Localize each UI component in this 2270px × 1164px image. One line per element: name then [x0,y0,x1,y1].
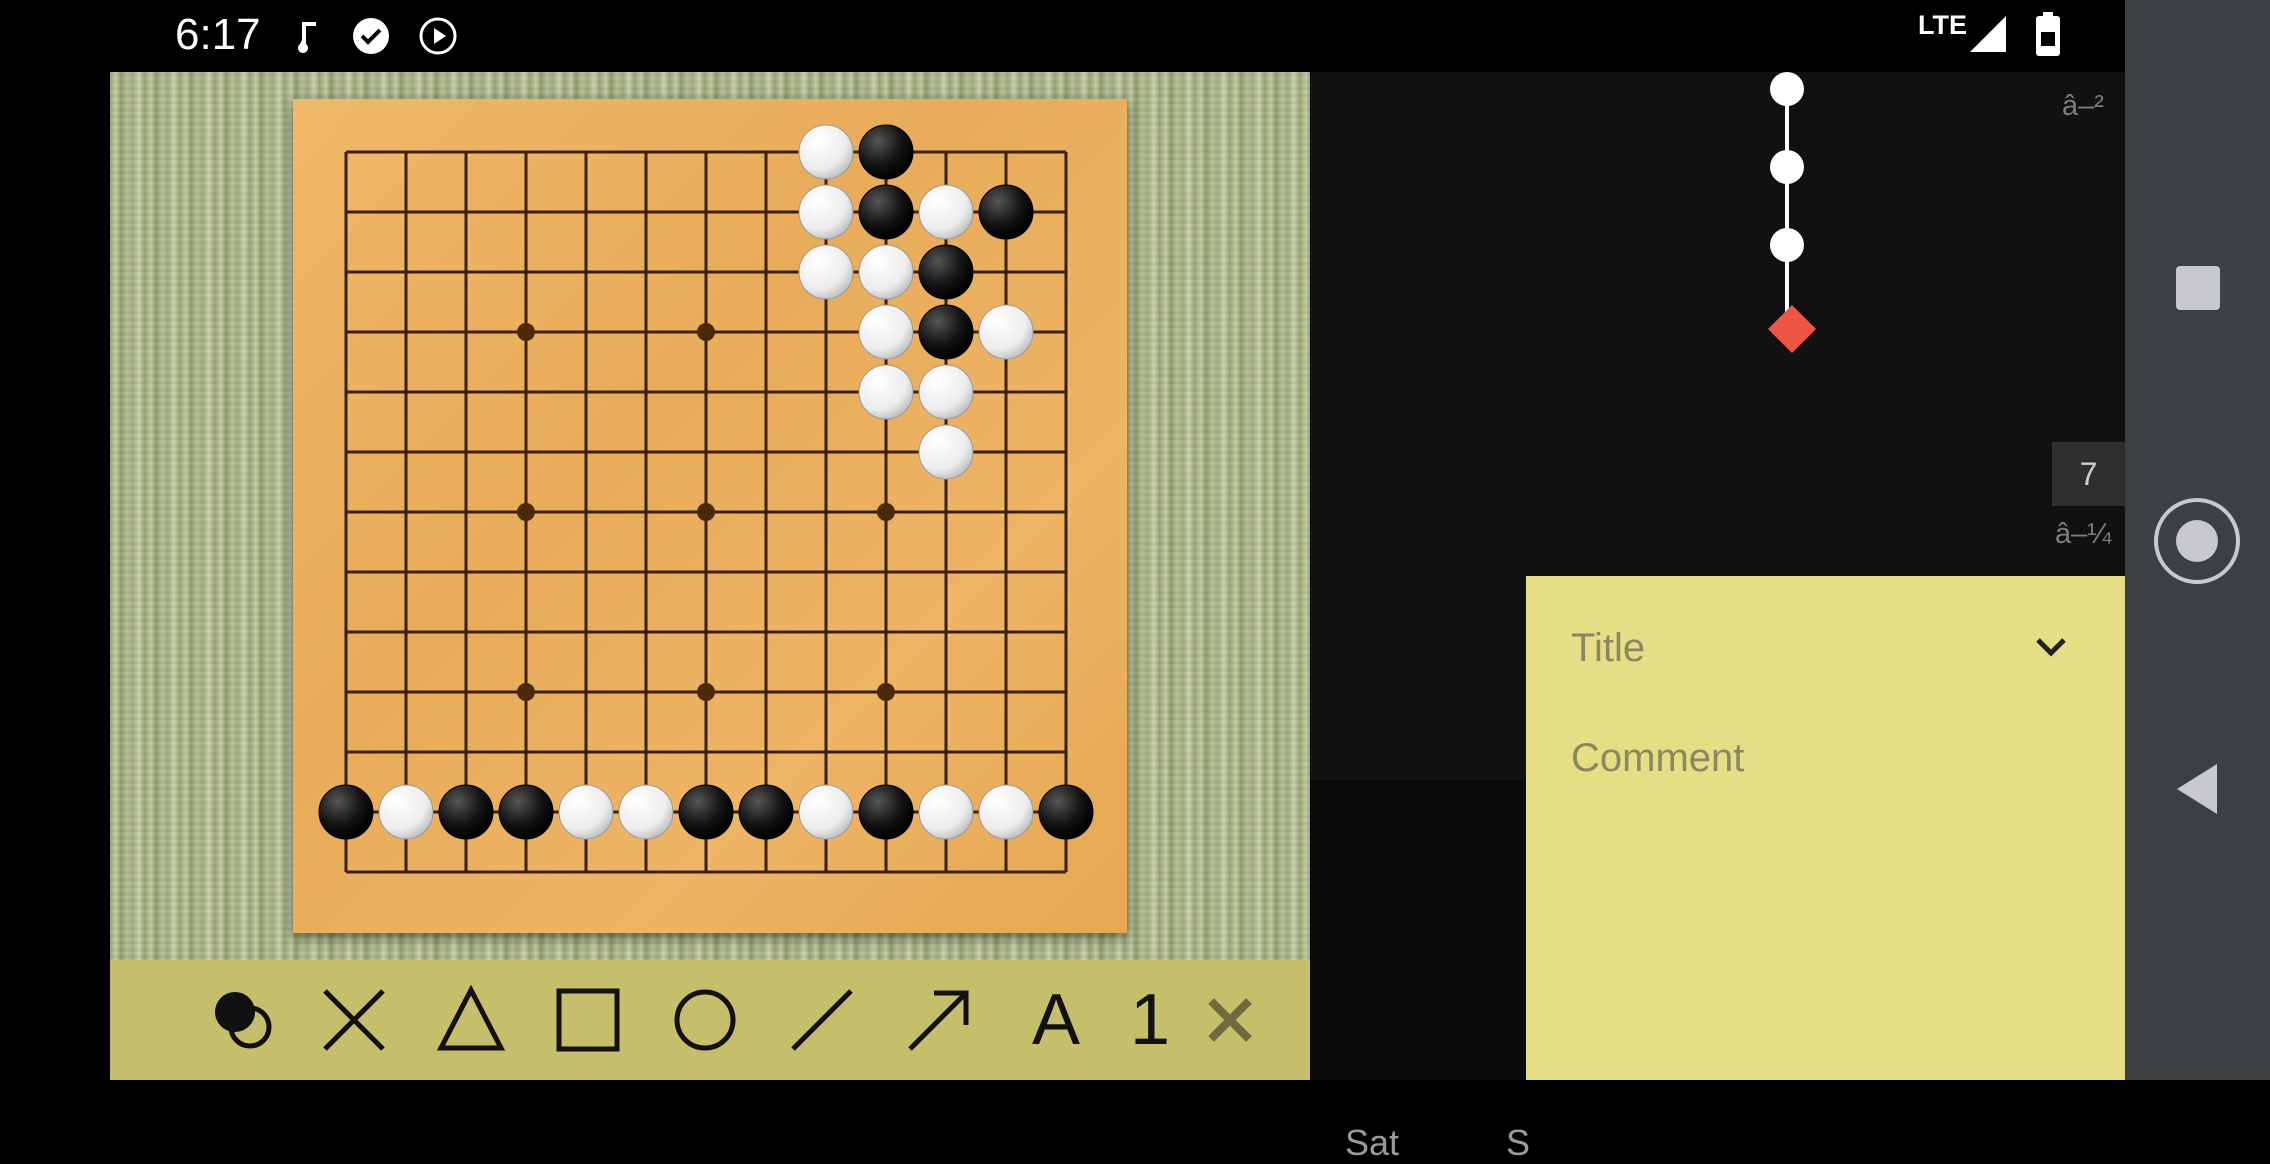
comment-panel: Title Comment [1526,576,2125,1080]
recents-icon[interactable] [2176,266,2220,310]
chevron-down-icon[interactable] [2026,628,2076,668]
check-circle-icon [353,18,389,54]
signal-icon [1970,16,2006,52]
star-point [697,683,715,701]
move-number: 7 [2079,455,2098,492]
day-label: S [1506,1122,1531,1163]
black-stone[interactable] [858,124,914,180]
current-node-marker[interactable] [1767,304,1817,354]
star-point [877,503,895,521]
black-stone[interactable] [1038,784,1094,840]
white-stone[interactable] [978,304,1034,360]
stone-tool-button[interactable] [190,960,296,1080]
delete-tool-button[interactable] [1190,960,1270,1080]
number-tool-digit: 1 [1129,980,1171,1060]
label-tool-button[interactable]: A [998,960,1114,1080]
cross-tool-button[interactable] [296,960,412,1080]
white-stone[interactable] [858,244,914,300]
black-stone[interactable] [858,184,914,240]
line-icon [791,989,853,1051]
navigation-bar [2125,0,2270,1080]
number-tool-button[interactable]: 1 [1110,960,1190,1080]
black-white-stones-icon [215,992,272,1049]
scroll-up-note[interactable]: â–² [2062,90,2104,123]
edit-toolbar: A 1 [110,960,1310,1080]
board-area [110,72,1310,960]
white-stone[interactable] [918,364,974,420]
title-input[interactable]: Title [1571,626,1645,671]
white-stone[interactable] [798,784,854,840]
black-stone[interactable] [858,784,914,840]
white-stone[interactable] [618,784,674,840]
comment-input[interactable]: Comment [1571,736,1744,781]
black-stone[interactable] [498,784,554,840]
back-icon[interactable] [2173,762,2223,816]
play-circle-icon [419,17,457,55]
close-icon [1208,998,1252,1042]
white-stone[interactable] [378,784,434,840]
music-note-icon [298,22,316,53]
white-stone[interactable] [798,124,854,180]
star-point [517,503,535,521]
white-stone[interactable] [918,424,974,480]
tree-node[interactable] [1770,228,1804,262]
star-point [517,323,535,341]
square-icon [556,988,620,1052]
status-bar: 6:17 LTE [0,0,2125,72]
star-point [697,323,715,341]
white-stone[interactable] [918,184,974,240]
square-tool-button[interactable] [530,960,646,1080]
white-stone[interactable] [558,784,614,840]
star-point [517,683,535,701]
circle-icon [674,989,736,1051]
white-stone[interactable] [918,784,974,840]
cross-icon [323,989,385,1051]
black-stone[interactable] [978,184,1034,240]
black-stone[interactable] [318,784,374,840]
white-stone[interactable] [978,784,1034,840]
home-icon[interactable] [2152,496,2242,586]
black-stone[interactable] [678,784,734,840]
scroll-down-note[interactable]: â–¼ [2055,518,2111,551]
go-board[interactable] [293,99,1127,933]
black-stone[interactable] [918,244,974,300]
black-stone[interactable] [438,784,494,840]
circle-tool-button[interactable] [647,960,763,1080]
day-label: Sat [1345,1122,1400,1163]
triangle-tool-button[interactable] [413,960,529,1080]
battery-icon [2036,12,2060,56]
clock: 6:17 [175,10,261,59]
board-grid[interactable] [293,99,1127,933]
arrow-tool-button[interactable] [881,960,997,1080]
black-stone[interactable] [918,304,974,360]
star-point [697,503,715,521]
white-stone[interactable] [858,304,914,360]
move-number-badge[interactable]: 7 [2052,442,2125,506]
white-stone[interactable] [858,364,914,420]
line-tool-button[interactable] [764,960,880,1080]
white-stone[interactable] [798,244,854,300]
tree-node[interactable] [1770,72,1804,106]
black-stone[interactable] [738,784,794,840]
tree-node[interactable] [1770,150,1804,184]
star-point [877,683,895,701]
white-stone[interactable] [798,184,854,240]
network-type: LTE [1918,10,1967,40]
arrow-icon [908,990,969,1051]
triangle-icon [436,985,506,1051]
game-tree[interactable] [1310,72,2125,372]
label-tool-letter: A [1031,980,1081,1060]
